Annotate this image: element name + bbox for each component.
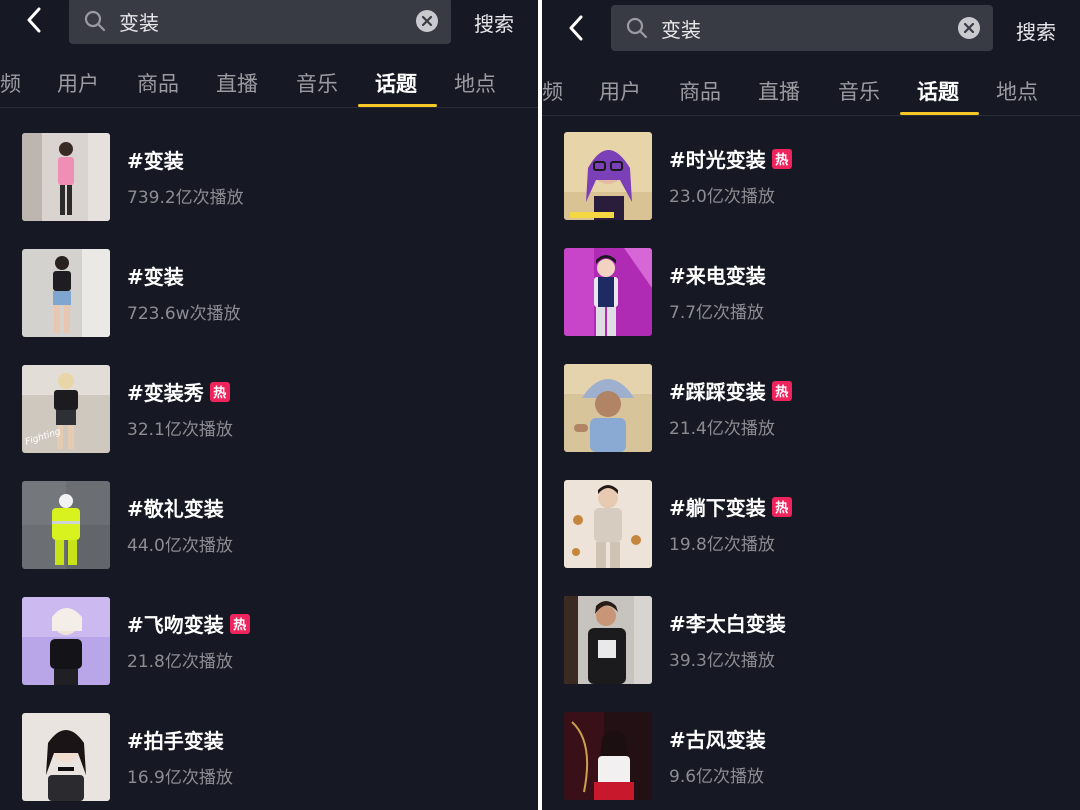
tab-bar: 频 用户 商品 直播 音乐 话题 地点 [542, 66, 1080, 116]
topic-title: #时光变装 [669, 148, 766, 172]
tab-music[interactable]: 音乐 [296, 68, 338, 98]
search-button[interactable]: 搜索 [474, 8, 514, 37]
topic-title: #变装 [127, 149, 184, 173]
topic-title: #来电变装 [669, 264, 766, 288]
tab-products[interactable]: 商品 [679, 76, 721, 106]
chevron-left-icon [569, 15, 583, 41]
search-query: 变装 [119, 10, 159, 35]
tab-places[interactable]: 地点 [454, 68, 496, 98]
topic-title: #踩踩变装 [669, 380, 766, 404]
topic-title: #拍手变装 [127, 729, 224, 753]
topic-row[interactable]: #时光变装热 23.0亿次播放 [564, 132, 1080, 220]
search-query: 变装 [661, 17, 701, 42]
hot-badge: 热 [771, 496, 792, 517]
topic-thumbnail [564, 596, 652, 684]
topic-title: #变装 [127, 265, 184, 289]
chevron-left-icon [27, 7, 41, 33]
topic-row[interactable]: #躺下变装热 19.8亿次播放 [564, 480, 1080, 568]
back-button[interactable] [18, 0, 50, 40]
topic-thumbnail [22, 133, 110, 221]
topic-thumbnail: Fighting [22, 365, 110, 453]
topic-play-count: 21.4亿次播放 [669, 419, 775, 439]
topic-row[interactable]: #变装 723.6w次播放 [22, 249, 538, 337]
tab-live[interactable]: 直播 [216, 68, 258, 98]
right-screen: 变装 搜索 频 用户 商品 直播 音乐 话题 地点 #时光变装热 23.0亿次播… [542, 0, 1080, 810]
topic-row[interactable]: #拍手变装 16.9亿次播放 [22, 713, 538, 801]
topic-play-count: 7.7亿次播放 [669, 303, 765, 323]
search-button[interactable]: 搜索 [1016, 16, 1056, 45]
topic-play-count: 19.8亿次播放 [669, 535, 775, 555]
topic-title: #敬礼变装 [127, 497, 224, 521]
topic-play-count: 9.6亿次播放 [669, 767, 765, 787]
hot-badge: 热 [771, 148, 792, 169]
topic-play-count: 723.6w次播放 [127, 304, 241, 324]
tab-live[interactable]: 直播 [758, 76, 800, 106]
topic-row[interactable]: #来电变装 7.7亿次播放 [564, 248, 1080, 336]
topic-title: #古风变装 [669, 728, 766, 752]
topic-thumbnail [564, 364, 652, 452]
topic-row[interactable]: #敬礼变装 44.0亿次播放 [22, 481, 538, 569]
search-input[interactable]: 变装 [69, 0, 451, 44]
top-bar: 变装 搜索 [542, 0, 1080, 60]
topic-row[interactable]: Fighting #变装秀热 32.1亿次播放 [22, 365, 538, 453]
topic-thumbnail [22, 713, 110, 801]
topic-thumbnail [564, 712, 652, 800]
tab-products[interactable]: 商品 [137, 68, 179, 98]
active-tab-indicator [358, 104, 437, 107]
tab-music[interactable]: 音乐 [838, 76, 880, 106]
topic-thumbnail [564, 132, 652, 220]
topic-title: #飞吻变装 [127, 613, 224, 637]
tab-video[interactable]: 频 [542, 76, 563, 106]
search-icon [626, 17, 648, 39]
tab-places[interactable]: 地点 [996, 76, 1038, 106]
clear-icon[interactable] [415, 9, 439, 33]
topic-play-count: 44.0亿次播放 [127, 536, 233, 556]
topic-play-count: 739.2亿次播放 [127, 188, 244, 208]
topic-play-count: 23.0亿次播放 [669, 187, 775, 207]
topic-play-count: 32.1亿次播放 [127, 420, 233, 440]
tab-topics[interactable]: 话题 [375, 68, 417, 98]
topic-row[interactable]: #飞吻变装热 21.8亿次播放 [22, 597, 538, 685]
topic-title: #变装秀 [127, 381, 204, 405]
topic-row[interactable]: #李太白变装 39.3亿次播放 [564, 596, 1080, 684]
topic-title: #李太白变装 [669, 612, 786, 636]
back-button[interactable] [560, 8, 592, 48]
clear-icon[interactable] [957, 16, 981, 40]
topic-row[interactable]: #古风变装 9.6亿次播放 [564, 712, 1080, 800]
tab-video[interactable]: 频 [0, 68, 21, 98]
topic-play-count: 39.3亿次播放 [669, 651, 775, 671]
topic-row[interactable]: #变装 739.2亿次播放 [22, 133, 538, 221]
topic-title: #躺下变装 [669, 496, 766, 520]
topic-thumbnail [564, 480, 652, 568]
hot-badge: 热 [771, 380, 792, 401]
top-bar: 变装 搜索 [0, 0, 538, 60]
tab-users[interactable]: 用户 [599, 76, 641, 106]
search-icon [84, 10, 106, 32]
tab-bar: 频 用户 商品 直播 音乐 话题 地点 [0, 58, 538, 108]
hot-badge: 热 [209, 381, 230, 402]
hot-badge: 热 [229, 613, 250, 634]
active-tab-indicator [900, 112, 979, 115]
search-input[interactable]: 变装 [611, 5, 993, 51]
topic-thumbnail [22, 597, 110, 685]
topic-thumbnail [22, 481, 110, 569]
topic-row[interactable]: #踩踩变装热 21.4亿次播放 [564, 364, 1080, 452]
tab-users[interactable]: 用户 [57, 68, 99, 98]
topic-play-count: 21.8亿次播放 [127, 652, 233, 672]
topic-thumbnail [22, 249, 110, 337]
left-screen: 变装 搜索 频 用户 商品 直播 音乐 话题 地点 #变装 739.2亿次播放 … [0, 0, 538, 810]
tab-topics[interactable]: 话题 [917, 76, 959, 106]
topic-thumbnail [564, 248, 652, 336]
topic-play-count: 16.9亿次播放 [127, 768, 233, 788]
